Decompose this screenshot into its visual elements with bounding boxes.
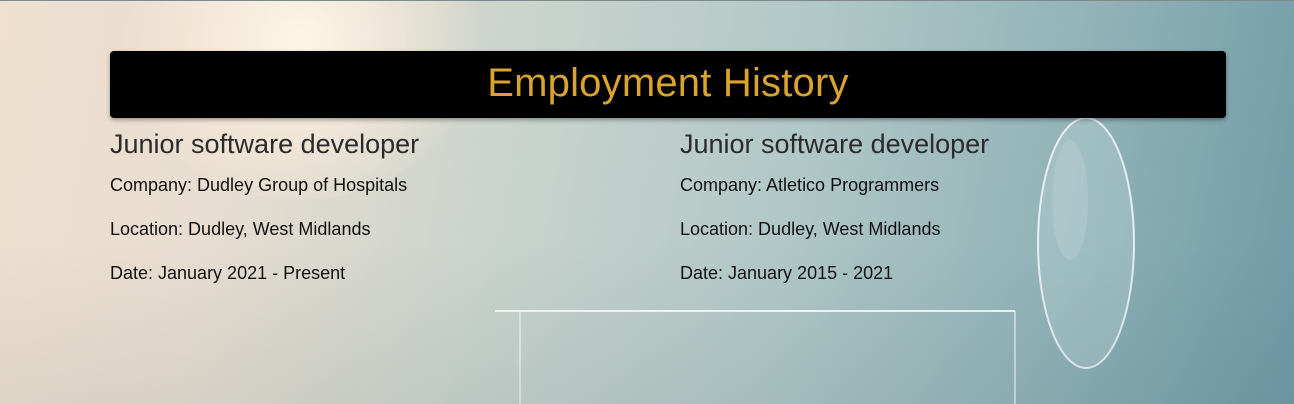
job-company: Company: Dudley Group of Hospitals xyxy=(110,175,408,195)
top-divider xyxy=(0,0,1294,1)
job-company: Company: Atletico Programmers xyxy=(680,175,940,195)
job-title: Junior software developer xyxy=(110,129,420,159)
job-card: Junior software developer Company: Dudle… xyxy=(110,127,630,306)
job-location: Location: Dudley, West Midlands xyxy=(110,219,371,239)
job-card: Junior software developer Company: Atlet… xyxy=(680,127,1200,306)
section-title: Employment History xyxy=(487,61,849,105)
job-title: Junior software developer xyxy=(680,129,990,159)
job-date: Date: January 2021 - Present xyxy=(110,263,346,283)
job-location: Location: Dudley, West Midlands xyxy=(680,219,941,239)
job-date: Date: January 2015 - 2021 xyxy=(680,263,894,283)
section-header: Employment History xyxy=(110,51,1226,118)
